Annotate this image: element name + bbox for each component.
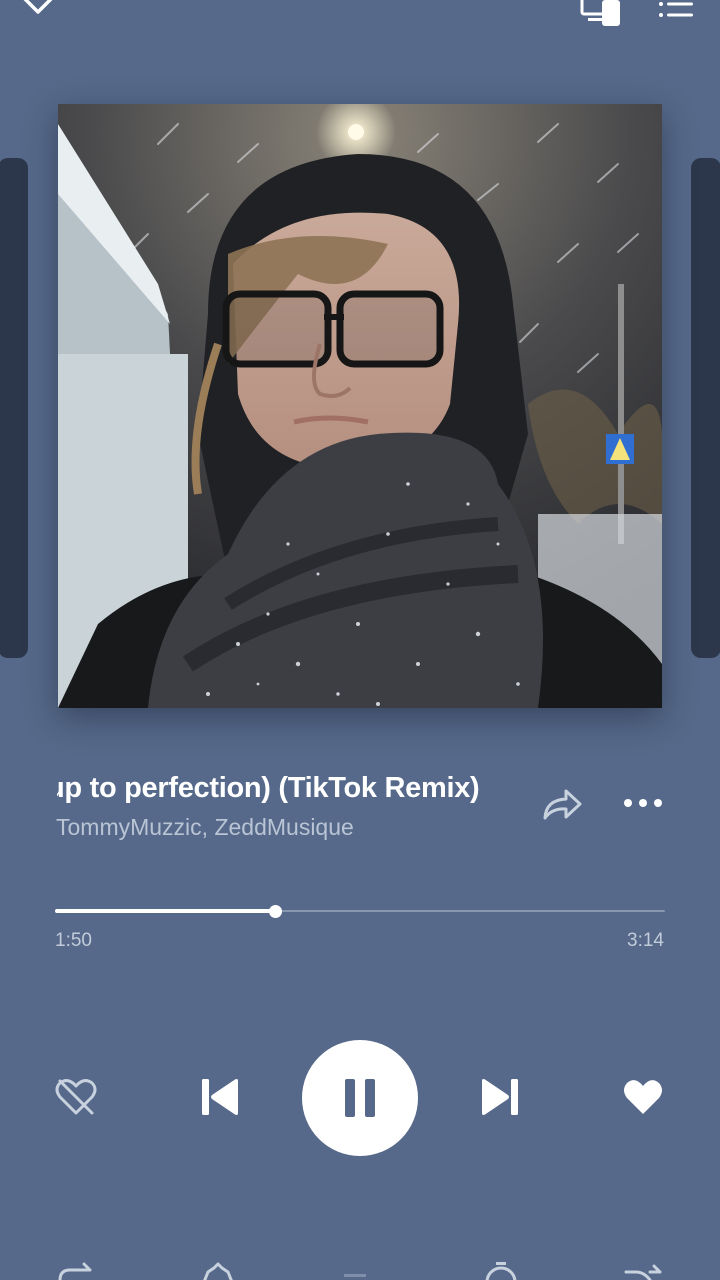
repeat-button[interactable] xyxy=(56,1262,96,1280)
track-artists[interactable]: TommyMuzzic, ZeddMusique xyxy=(56,814,354,841)
next-track-button[interactable] xyxy=(480,1077,520,1117)
collapse-player-button[interactable] xyxy=(18,0,58,20)
repeat-icon xyxy=(56,1262,96,1280)
queue-button[interactable] xyxy=(656,0,696,26)
track-title-container[interactable]: up to perfection) (TikTok Remix) xyxy=(57,768,519,808)
text-icon xyxy=(342,1262,368,1280)
settings-icon xyxy=(200,1262,236,1280)
devices-icon xyxy=(578,0,624,28)
elapsed-time: 1:50 xyxy=(55,930,92,951)
seek-bar[interactable] xyxy=(55,903,665,919)
seek-thumb[interactable] xyxy=(269,905,283,918)
shuffle-button[interactable] xyxy=(624,1262,664,1280)
dislike-button[interactable] xyxy=(54,1077,98,1117)
previous-track-button[interactable] xyxy=(200,1077,240,1117)
chevron-down-icon xyxy=(18,0,58,20)
like-button[interactable] xyxy=(622,1078,664,1116)
skip-next-icon xyxy=(480,1077,520,1117)
heart-filled-icon xyxy=(622,1078,664,1116)
pause-icon xyxy=(343,1078,377,1118)
pause-button[interactable] xyxy=(302,1040,418,1156)
equalizer-button[interactable] xyxy=(200,1262,236,1280)
timer-icon xyxy=(482,1262,520,1280)
album-artwork xyxy=(58,104,662,708)
lyrics-button[interactable] xyxy=(342,1262,368,1280)
dislike-heart-icon xyxy=(54,1077,98,1117)
skip-previous-icon xyxy=(200,1077,240,1117)
next-track-card[interactable] xyxy=(691,158,720,658)
previous-track-card[interactable] xyxy=(0,158,28,658)
shuffle-icon xyxy=(624,1262,664,1280)
sleep-timer-button[interactable] xyxy=(482,1262,520,1280)
more-options-button[interactable] xyxy=(620,795,666,811)
share-button[interactable] xyxy=(540,784,584,824)
queue-list-icon xyxy=(656,0,696,26)
share-icon xyxy=(540,784,584,824)
track-title: up to perfection) (TikTok Remix) xyxy=(57,772,480,804)
total-duration: 3:14 xyxy=(627,930,664,951)
more-dots-icon xyxy=(620,795,666,811)
devices-button[interactable] xyxy=(578,0,624,28)
seek-progress xyxy=(55,909,276,913)
